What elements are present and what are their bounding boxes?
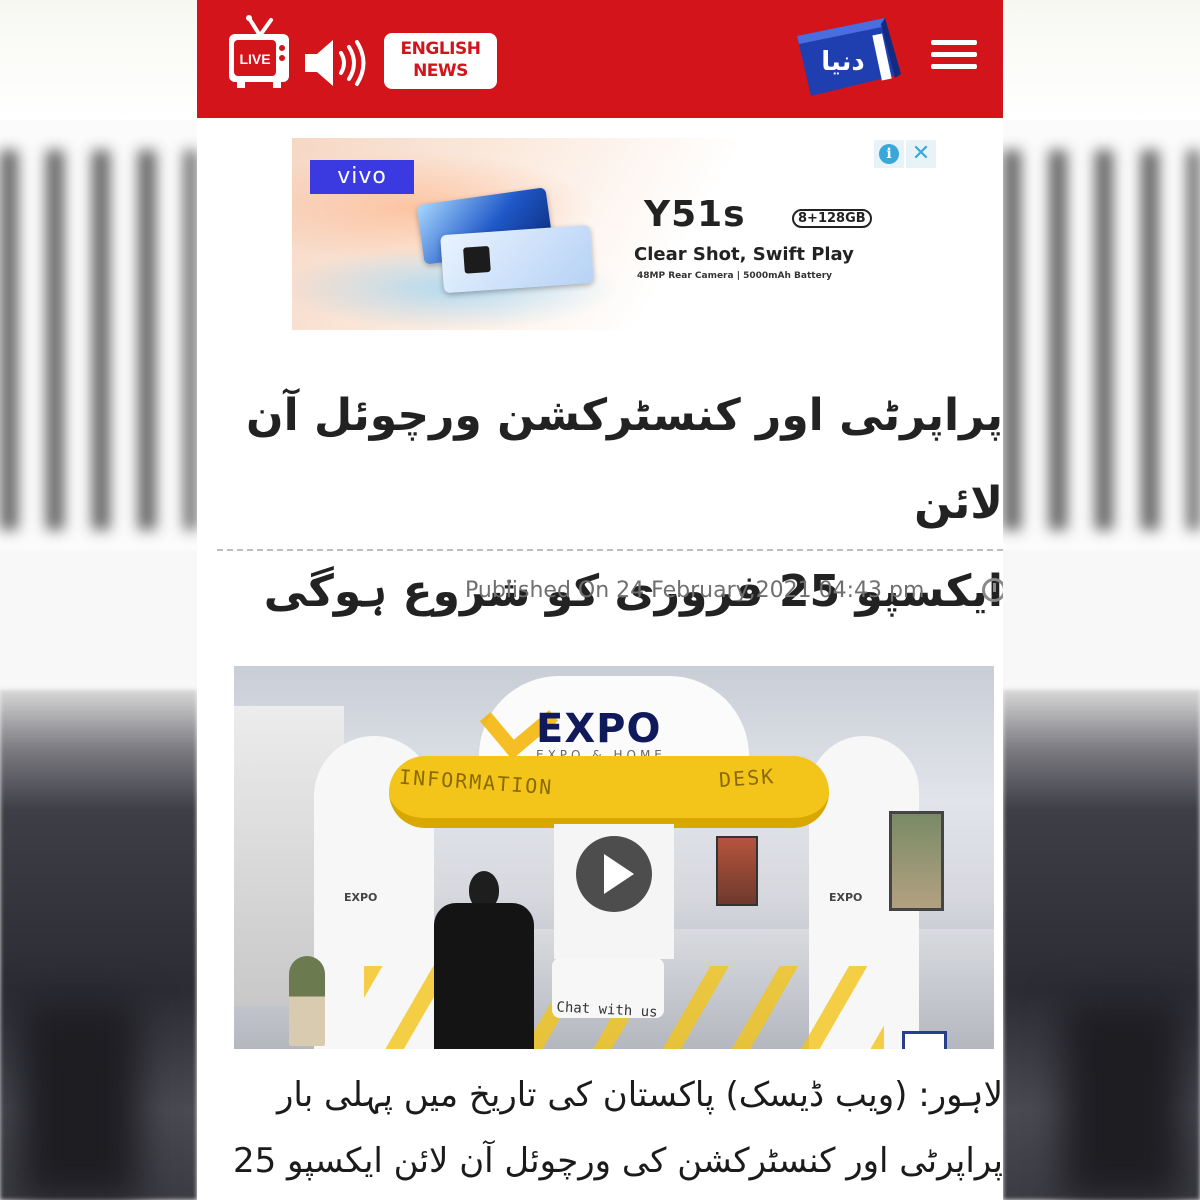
plant-pot	[289, 956, 325, 1046]
ad-info-icon[interactable]: i	[874, 140, 904, 168]
speaker-icon[interactable]	[303, 38, 369, 88]
ad-fine-print: 48MP Rear Camera | 5000mAh Battery	[637, 271, 832, 281]
english-news-button[interactable]: ENGLISH NEWS	[384, 33, 497, 89]
ad-close-icon[interactable]: ✕	[906, 140, 936, 168]
booth-screen-middle	[716, 836, 758, 906]
play-icon[interactable]	[576, 836, 652, 912]
visitor-avatar	[434, 871, 534, 1049]
pillar-brand-left: EXPO	[344, 891, 378, 904]
clock-icon	[982, 578, 1003, 602]
live-tv-icon[interactable]: LIVE	[227, 14, 291, 90]
hamburger-menu-icon[interactable]	[931, 40, 977, 74]
booth-screen-right	[889, 811, 944, 911]
headline-divider	[217, 549, 1003, 551]
pillar-brand-right: EXPO	[829, 891, 863, 904]
published-date: Published On 24 February,2021 04:43 pm	[465, 578, 925, 603]
article-page: LIVE ENGLISH NEWS دنیا vivo Y51s 8+128GB…	[197, 0, 1003, 1200]
blurred-background-left	[0, 0, 197, 1200]
ad-choices: i ✕	[874, 140, 936, 168]
ring-text-desk: DESK	[718, 764, 776, 792]
dunya-news-logo[interactable]: دنیا	[789, 14, 907, 100]
blurred-background-right	[1003, 0, 1200, 1200]
expo-logo-text: EXPO	[536, 706, 662, 752]
ad-spec-badge: 8+128GB	[792, 209, 872, 228]
ad-tagline: Clear Shot, Swift Play	[634, 244, 854, 265]
video-corner-icon[interactable]	[902, 1031, 947, 1049]
article-body: لاہور: (ویب ڈیسک) پاکستان کی تاریخ میں پ…	[232, 1075, 1003, 1181]
live-label: LIVE	[239, 51, 270, 67]
brand-logo-text: دنیا	[821, 47, 864, 77]
phone-image-front	[440, 224, 594, 294]
video-player[interactable]: EXPO EXPO & HOME EXPO EXPO INFORMATION D…	[234, 666, 994, 1049]
ad-brand-label: vivo	[310, 160, 414, 194]
ad-model-name: Y51s	[644, 194, 746, 235]
ad-banner[interactable]: vivo Y51s 8+128GB Clear Shot, Swift Play…	[292, 138, 938, 330]
top-bar: LIVE ENGLISH NEWS دنیا	[197, 0, 1003, 118]
